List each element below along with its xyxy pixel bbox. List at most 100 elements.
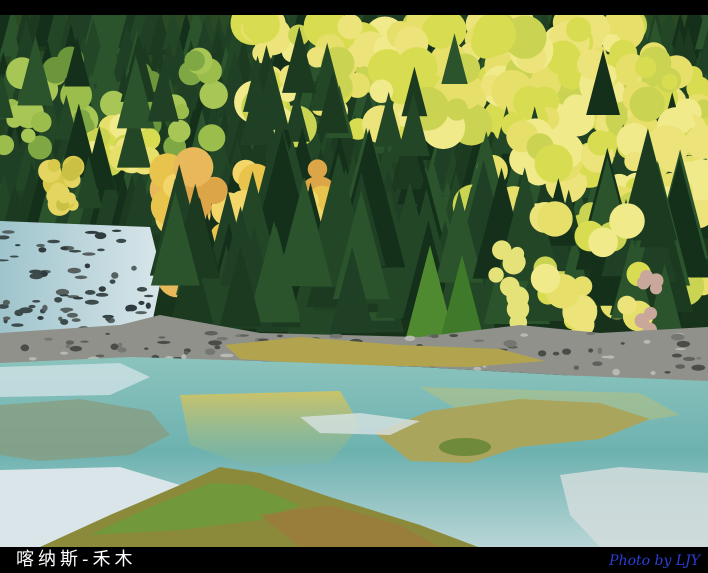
stone: [109, 279, 116, 284]
stone: [95, 354, 105, 358]
stone: [28, 304, 36, 309]
stone: [601, 355, 611, 359]
stone: [105, 315, 111, 322]
stone: [145, 302, 151, 309]
stone: [404, 335, 416, 342]
stone: [37, 315, 44, 320]
bare-tree: [636, 276, 651, 290]
stone: [111, 272, 119, 279]
stone: [144, 347, 149, 350]
deciduous-tree: [198, 124, 226, 152]
stone: [131, 265, 137, 271]
stone: [54, 296, 63, 303]
stone: [62, 308, 70, 314]
yellow-tree: [492, 240, 512, 260]
deciduous-tree: [21, 128, 36, 143]
deciduous-tree: [168, 119, 191, 143]
stone: [676, 340, 691, 348]
stone: [95, 292, 109, 297]
island-bush: [439, 438, 491, 456]
stone: [32, 299, 41, 303]
stone: [44, 337, 53, 341]
deciduous-tree: [530, 263, 561, 294]
stone: [620, 342, 625, 345]
stone: [643, 339, 651, 344]
deciduous-tree: [30, 111, 52, 133]
stone: [80, 340, 89, 343]
photo-caption: 喀纳斯-禾木: [16, 549, 137, 570]
stone: [97, 248, 105, 252]
yellow-tree: [506, 286, 530, 309]
stone: [2, 299, 11, 306]
stone: [116, 238, 127, 243]
stone: [60, 319, 69, 325]
yellow-tree: [488, 267, 504, 283]
deciduous-tree: [635, 56, 657, 78]
stone: [691, 364, 706, 371]
photo-credit: Photo by LJY: [609, 553, 700, 569]
stone: [69, 345, 82, 352]
stone: [47, 239, 61, 244]
stone: [158, 336, 166, 339]
stone: [157, 340, 171, 344]
deciduous-tree: [307, 159, 328, 179]
stone: [538, 350, 547, 357]
stone: [9, 255, 19, 258]
stone: [38, 247, 47, 253]
stone: [329, 334, 343, 339]
stone: [84, 289, 96, 295]
stone: [14, 244, 21, 247]
stone: [552, 351, 560, 356]
stone: [138, 300, 145, 305]
stone: [183, 350, 189, 355]
bare-tree: [634, 313, 650, 329]
stone: [204, 330, 218, 336]
stone: [473, 366, 482, 371]
stone: [36, 243, 45, 248]
stone: [84, 263, 91, 269]
stone: [674, 348, 687, 351]
stone: [216, 336, 228, 341]
stone: [586, 331, 596, 336]
stone: [82, 252, 96, 256]
stone: [683, 356, 696, 362]
stone: [60, 351, 69, 355]
stone: [503, 340, 517, 347]
stone: [597, 347, 603, 355]
stone: [449, 333, 459, 338]
stone: [588, 348, 594, 353]
deciduous-tree: [587, 130, 613, 156]
deciduous-tree: [566, 16, 592, 43]
stone: [73, 296, 84, 300]
deciduous-tree: [337, 15, 363, 40]
deciduous-tree: [661, 73, 678, 90]
stone: [14, 309, 24, 317]
stone: [235, 334, 241, 338]
stone: [84, 230, 99, 234]
landscape-photo: [0, 15, 708, 547]
stone: [592, 361, 603, 367]
stone: [612, 368, 620, 376]
stone: [59, 294, 69, 297]
stone: [28, 357, 37, 361]
stone: [1, 230, 15, 234]
stone: [111, 229, 122, 232]
deciduous-tree: [184, 50, 205, 71]
stone: [105, 332, 110, 335]
stone: [214, 345, 221, 350]
deciduous-tree: [199, 80, 228, 109]
stone: [220, 353, 234, 358]
stone: [135, 311, 147, 315]
stone: [562, 348, 572, 355]
stone: [11, 323, 24, 327]
deciduous-tree: [609, 203, 645, 239]
deciduous-tree: [629, 86, 665, 122]
stone: [696, 357, 702, 360]
stone: [29, 273, 43, 280]
stone: [2, 316, 11, 321]
stone: [29, 269, 42, 274]
stone: [118, 342, 123, 348]
stone: [136, 287, 148, 292]
stone: [276, 334, 283, 338]
stone: [125, 305, 132, 312]
